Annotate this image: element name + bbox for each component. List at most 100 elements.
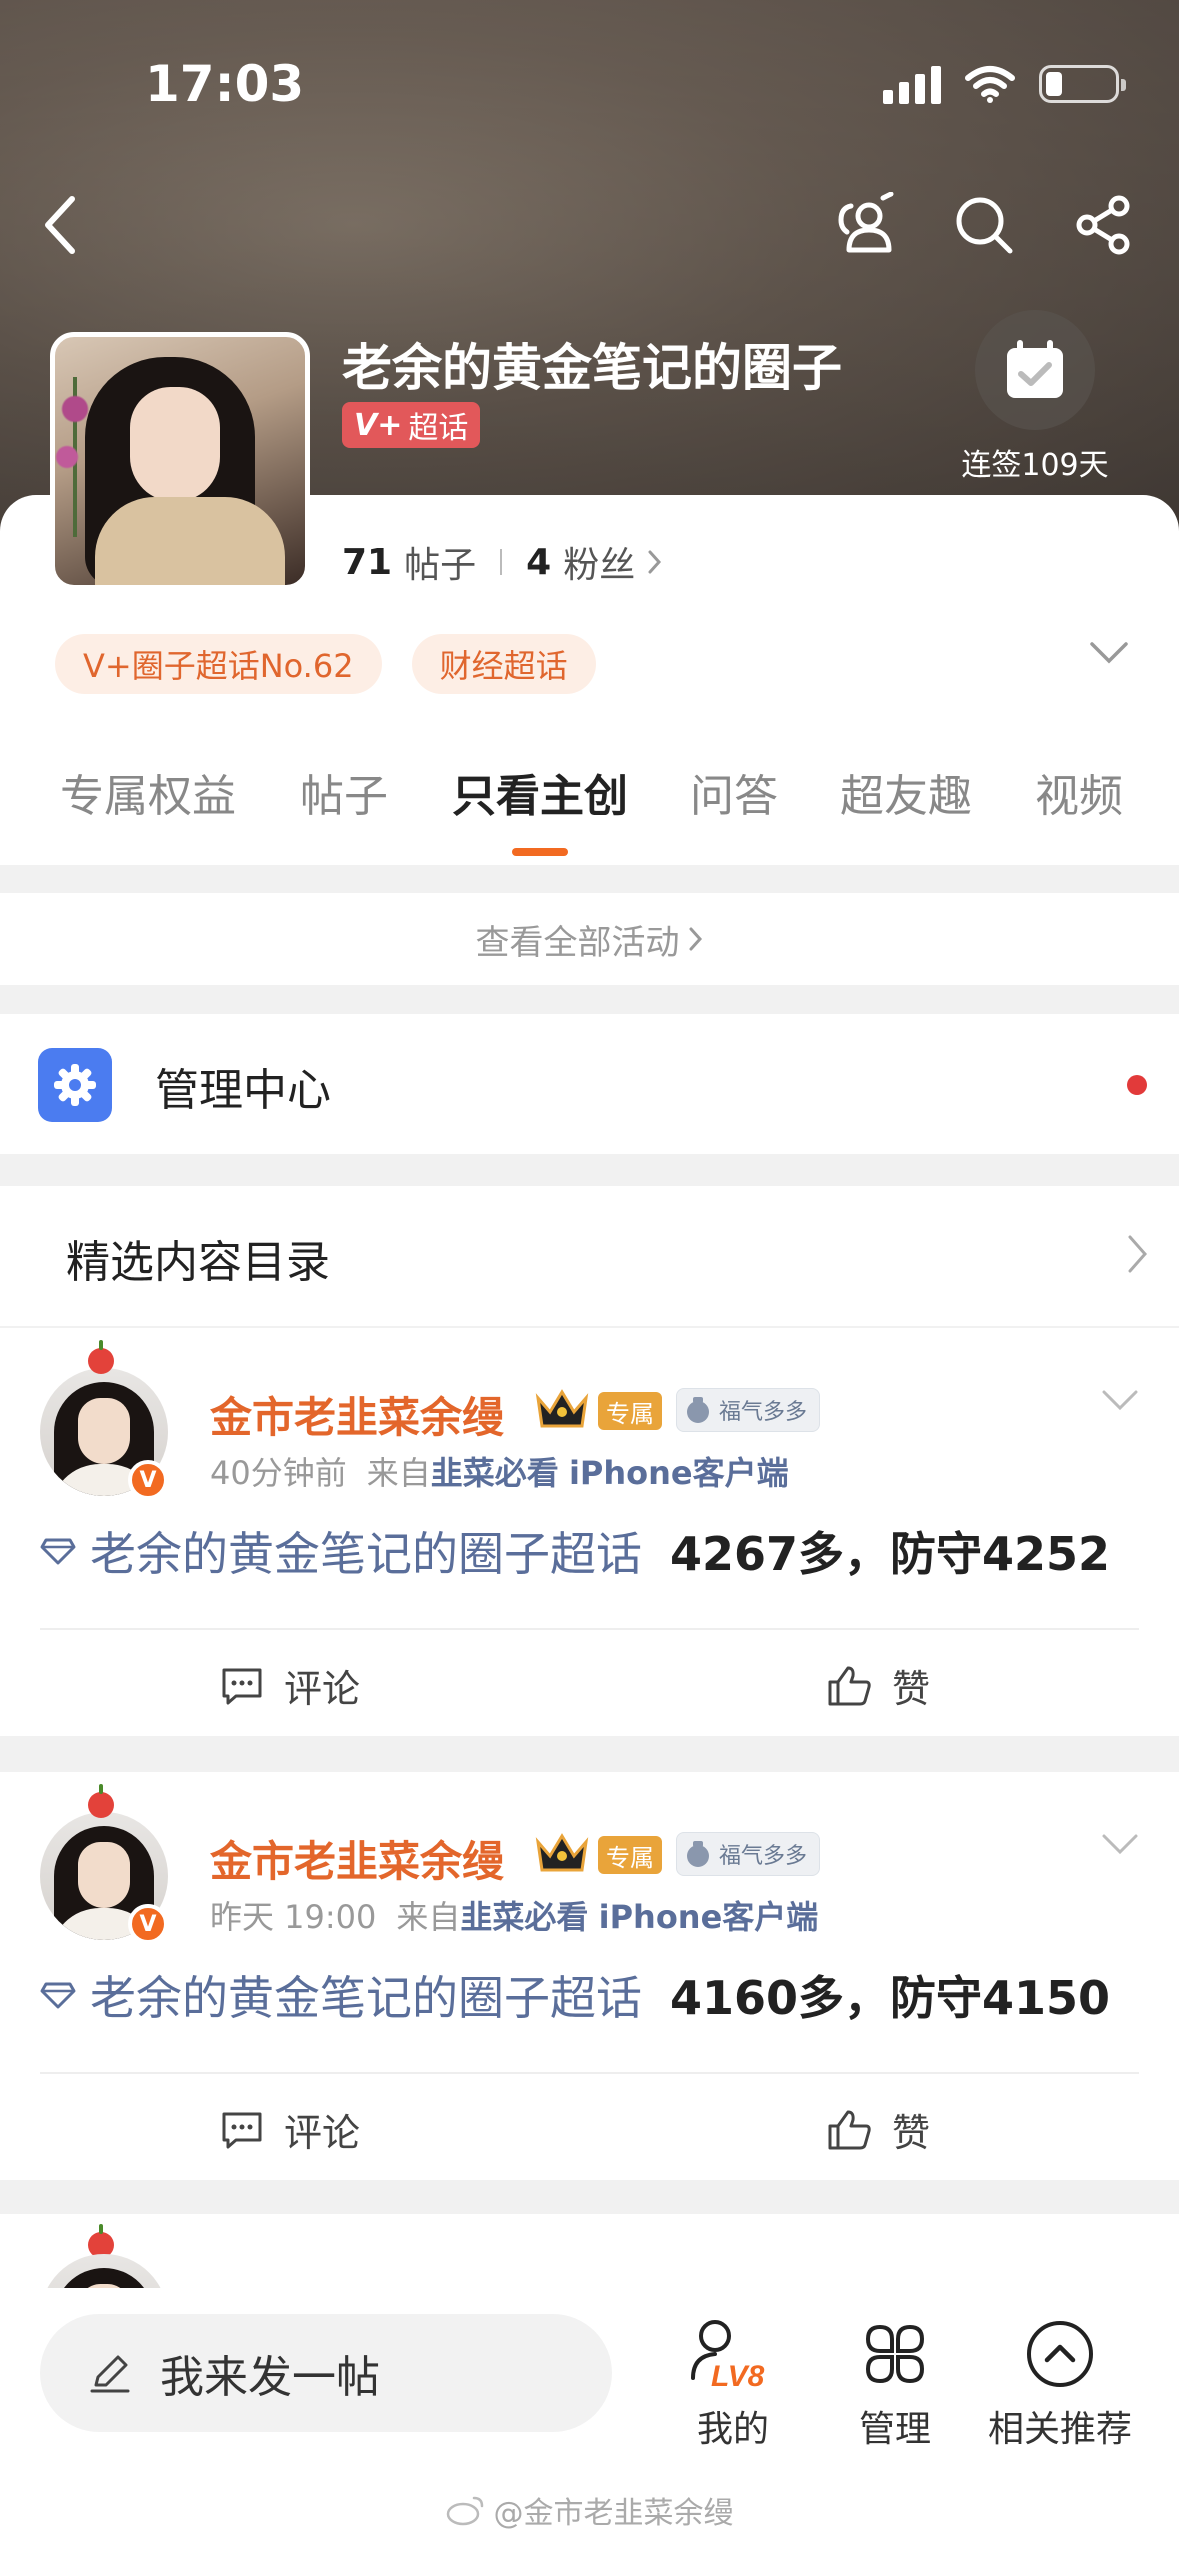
post-text: 4160多，防守4150 xyxy=(670,1971,1111,2025)
verified-badge-icon: V xyxy=(128,1460,168,1500)
super-badge-label: 超话 xyxy=(408,411,469,446)
lucky-bag-icon xyxy=(687,1397,709,1423)
post-card[interactable]: V 金市老韭菜余缦 专属 福气多多 40分钟前 来自韭菜必看 iPhone客户端… xyxy=(0,1328,1179,1736)
chevron-right-icon xyxy=(648,550,662,574)
chevron-down-icon xyxy=(1102,1390,1138,1411)
post-source: 来自韭菜必看 iPhone客户端 xyxy=(396,1892,818,1938)
related-recommend-label: 相关推荐 xyxy=(987,2409,1132,2450)
crown-icon xyxy=(535,1833,589,1872)
like-button[interactable]: 赞 xyxy=(826,1658,930,1713)
tab-posts[interactable]: 帖子 xyxy=(300,760,388,824)
post-content: 老余的黄金笔记的圈子超话 4160多，防守4150 xyxy=(40,1962,1110,2028)
tab-benefits[interactable]: 专属权益 xyxy=(60,760,236,824)
watermark: @金市老韭菜余缦 xyxy=(0,2488,1179,2532)
exclusive-badge: 专属 xyxy=(598,1392,662,1430)
posts-label: 帖子 xyxy=(404,545,477,586)
tab-video[interactable]: 视频 xyxy=(1035,760,1123,824)
weibo-logo-icon xyxy=(446,2496,483,2526)
chevron-up-circle-icon xyxy=(970,2314,1150,2394)
apple-decoration-icon xyxy=(88,1340,114,1374)
exclusive-badge: 专属 xyxy=(598,1836,662,1874)
post-time: 40分钟前 xyxy=(210,1454,347,1492)
post-menu-button[interactable] xyxy=(1101,1832,1139,1860)
author-name[interactable]: 金市老韭菜余缦 xyxy=(210,1384,504,1445)
related-recommend-button[interactable]: 相关推荐 xyxy=(970,2314,1150,2452)
community-avatar[interactable] xyxy=(50,332,310,590)
featured-catalog-row[interactable]: 精选内容目录 xyxy=(0,1186,1179,1326)
header-actions xyxy=(829,190,1139,260)
search-button[interactable] xyxy=(949,190,1019,260)
post-menu-button[interactable] xyxy=(1101,1388,1139,1416)
post-meta: 40分钟前 来自韭菜必看 iPhone客户端 xyxy=(210,1448,789,1494)
gear-icon xyxy=(38,1048,112,1122)
chevron-right-icon xyxy=(1127,1234,1149,1278)
mine-button[interactable]: LV8 我的 xyxy=(658,2314,808,2452)
fans-count[interactable]: 4 xyxy=(526,542,551,583)
manage-tab-label: 管理 xyxy=(858,2409,931,2450)
featured-catalog-label: 精选内容目录 xyxy=(66,1237,330,1288)
post-topic-link[interactable]: 老余的黄金笔记的圈子超话 xyxy=(90,1518,642,1584)
status-bar: 17:03 xyxy=(0,0,1179,170)
notification-dot xyxy=(1127,1075,1147,1095)
fans-label[interactable]: 粉丝 xyxy=(563,536,635,588)
source-app[interactable]: 韭菜必看 xyxy=(431,1454,559,1492)
battery-icon xyxy=(1039,65,1126,103)
chevron-down-icon xyxy=(1102,1834,1138,1855)
tag-finance[interactable]: 财经超话 xyxy=(411,634,596,694)
share-button[interactable] xyxy=(1069,190,1139,260)
chevron-down-icon xyxy=(1090,642,1128,664)
chevron-left-icon xyxy=(45,196,75,254)
watermark-text: @金市老韭菜余缦 xyxy=(493,2496,734,2531)
active-tab-indicator xyxy=(512,848,568,856)
thumbs-up-icon xyxy=(828,2110,871,2149)
source-app[interactable]: 韭菜必看 xyxy=(460,1898,588,1936)
management-center-row[interactable]: 管理中心 xyxy=(0,1014,1179,1154)
comment-button[interactable]: 评论 xyxy=(220,2102,360,2157)
checkin-streak-label: 连签109天 xyxy=(961,448,1109,483)
source-device[interactable]: iPhone客户端 xyxy=(599,1898,819,1936)
expand-tags-button[interactable] xyxy=(1089,640,1129,670)
compose-post-button[interactable]: 我来发一帖 xyxy=(40,2314,612,2432)
tag-ranking[interactable]: V+圈子超话No.62 xyxy=(55,634,382,694)
manage-tab-button[interactable]: 管理 xyxy=(820,2314,970,2452)
lucky-bag-icon xyxy=(687,1841,709,1867)
status-icons xyxy=(883,64,1126,104)
tab-qa[interactable]: 问答 xyxy=(690,760,778,824)
mine-label: 我的 xyxy=(696,2409,769,2450)
view-all-activities[interactable]: 查看全部活动 xyxy=(0,893,1179,985)
comment-icon xyxy=(222,2112,262,2148)
diamond-icon xyxy=(40,1982,76,2009)
author-name[interactable]: 金市老韭菜余缦 xyxy=(210,1828,504,1889)
diamond-icon xyxy=(40,1538,76,1565)
group-chat-button[interactable] xyxy=(829,190,899,260)
luck-badge: 福气多多 xyxy=(676,1388,821,1432)
grid-icon xyxy=(820,2314,970,2394)
source-device[interactable]: iPhone客户端 xyxy=(569,1454,789,1492)
post-card[interactable] xyxy=(0,2214,1179,2294)
luck-badge-label: 福气多多 xyxy=(719,1844,808,1869)
pencil-icon xyxy=(90,2355,130,2393)
cellular-signal-icon xyxy=(883,64,941,104)
status-time: 17:03 xyxy=(145,55,305,113)
post-source: 来自韭菜必看 iPhone客户端 xyxy=(367,1448,789,1494)
crown-icon xyxy=(535,1389,589,1428)
thumbs-up-icon xyxy=(828,1666,871,1705)
tab-fun[interactable]: 超友趣 xyxy=(840,760,972,824)
post-topic-link[interactable]: 老余的黄金笔记的圈子超话 xyxy=(90,1962,642,2028)
page-title: 老余的黄金笔记的圈子 xyxy=(342,339,842,397)
source-prefix: 来自 xyxy=(396,1898,461,1936)
like-button[interactable]: 赞 xyxy=(826,2102,930,2157)
community-stats: 71 帖子 4 粉丝 xyxy=(342,536,663,588)
checkin-button[interactable] xyxy=(975,310,1095,430)
bottom-bar: 我来发一帖 LV8 我的 管理 相关推荐 @金市老韭菜余缦 xyxy=(0,2288,1179,2556)
back-button[interactable] xyxy=(30,190,90,260)
post-actions: 评论 赞 xyxy=(0,1628,1179,1736)
search-icon xyxy=(956,197,1013,254)
calendar-check-icon xyxy=(1007,340,1063,398)
group-chat-icon xyxy=(838,192,894,253)
tab-creator-only[interactable]: 只看主创 xyxy=(452,760,628,824)
post-card[interactable]: V 金市老韭菜余缦 专属 福气多多 昨天 19:00 来自韭菜必看 iPhone… xyxy=(0,1772,1179,2180)
chevron-right-icon xyxy=(689,927,702,951)
comment-button[interactable]: 评论 xyxy=(220,1658,360,1713)
verified-badge-icon: V xyxy=(128,1904,168,1944)
